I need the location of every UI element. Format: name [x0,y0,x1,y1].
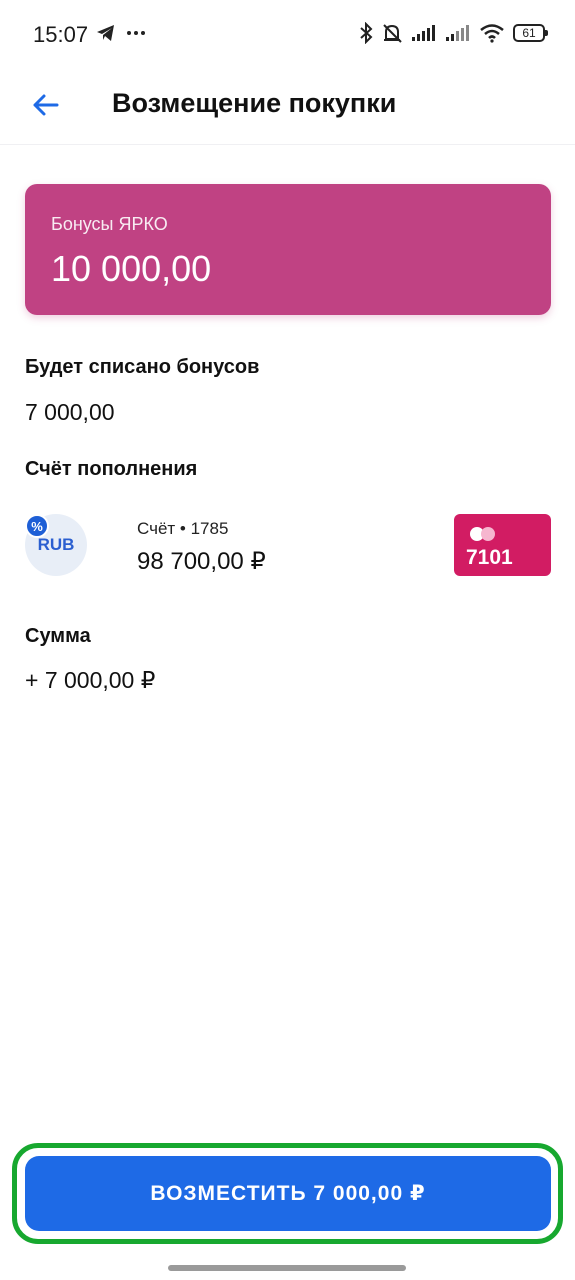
write-off-value: 7 000,00 [25,399,115,425]
signal-icon [446,25,469,41]
account-selector[interactable]: RUB % Счёт • 1785 98 700,00 ₽ 7101 [0,505,551,585]
write-off-label: Будет списано бонусов [25,356,260,378]
status-bar: 15:07 61 [0,0,575,70]
bonus-card: Бонусы ЯРКО 10 000,00 [25,184,551,315]
status-right-icons: 61 [359,22,548,44]
amount-value: + 7 000,00 ₽ [25,667,156,693]
reimburse-button[interactable]: ВОЗМЕСТИТЬ 7 000,00 ₽ [25,1156,551,1231]
signal-icon [412,25,435,41]
screen: 15:07 61 Возмещение покупки Бонусы ЯРКО … [0,0,575,1280]
back-button[interactable] [22,82,68,128]
amount-label: Сумма [25,625,91,647]
card-thumbnail: 7101 [454,514,551,576]
bonus-label: Бонусы ЯРКО [51,214,168,234]
battery-icon: 61 [513,24,548,42]
wifi-icon [480,24,504,43]
arrow-left-icon [33,94,59,116]
account-caption: Счёт • 1785 [137,519,229,538]
bluetooth-icon [360,22,373,44]
app-header: Возмещение покупки [0,70,575,145]
account-balance: 98 700,00 ₽ [137,548,266,575]
status-time: 15:07 [33,22,89,47]
account-section-label: Счёт пополнения [25,458,198,480]
status-left-icons [96,24,146,42]
more-icon [127,31,145,35]
card-logo-icon [470,527,495,541]
page-title: Возмещение покупки [112,88,397,118]
percent-badge-icon: % [25,514,49,538]
gesture-nav-handle [168,1265,406,1271]
card-number: 7101 [466,546,513,569]
telegram-icon [97,25,114,41]
bell-off-icon [383,24,402,43]
bonus-balance: 10 000,00 [51,248,212,289]
